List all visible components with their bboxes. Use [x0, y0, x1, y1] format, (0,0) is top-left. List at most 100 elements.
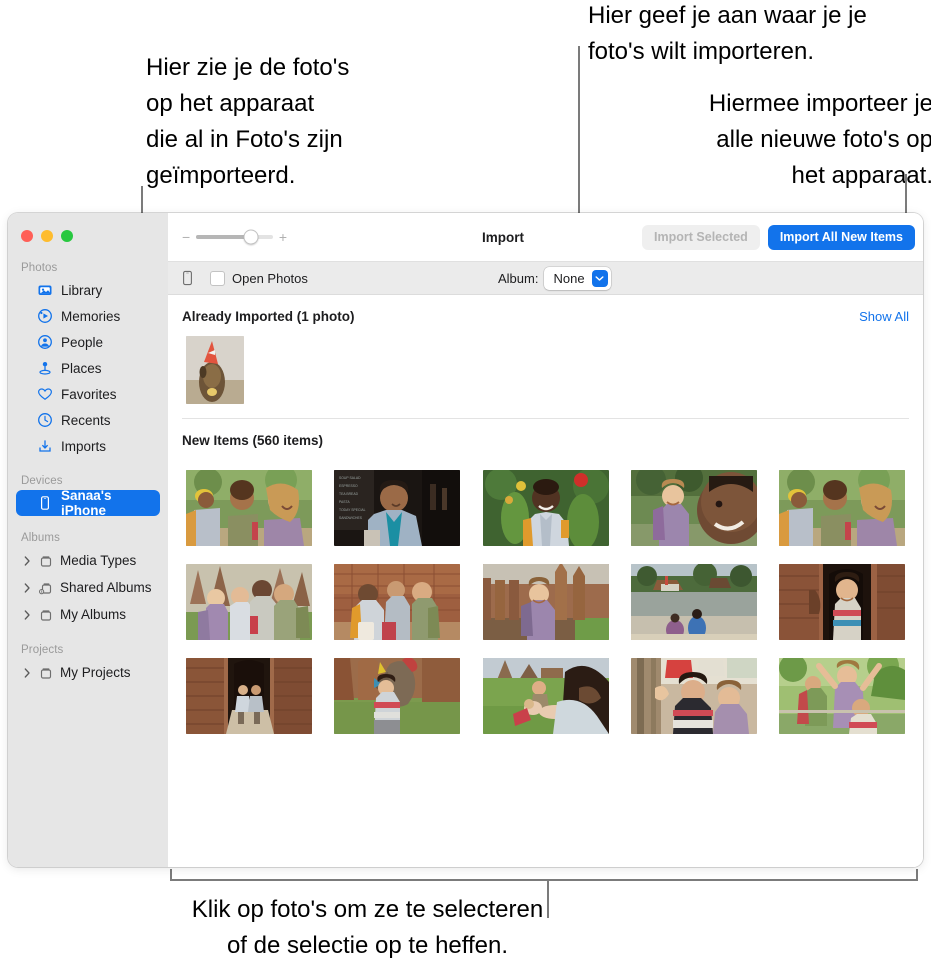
photo-thumbnail[interactable]: SOUP SALAD ESPRESSO TEA BREAD PASTA TODAY … — [334, 470, 461, 546]
sidebar-item-recents[interactable]: Recents — [16, 407, 160, 433]
sidebar-item-media-types[interactable]: Media Types — [16, 547, 160, 574]
callout-bottom-stem — [547, 879, 549, 918]
sidebar-item-label: Memories — [61, 308, 121, 324]
import-content-area: Already Imported (1 photo) Show All New … — [168, 295, 923, 867]
callout-bottom-bracket — [170, 879, 918, 881]
photo-thumbnail[interactable] — [779, 470, 905, 546]
toolbar-actions: Import Selected Import All New Items — [642, 224, 915, 250]
svg-text:TEA BREAD: TEA BREAD — [339, 492, 359, 496]
people-icon — [37, 334, 53, 350]
heart-icon — [37, 386, 53, 402]
sidebar-item-memories[interactable]: Memories — [16, 303, 160, 329]
new-items-title: New Items (560 items) — [182, 433, 324, 448]
photo-thumbnail[interactable] — [482, 658, 609, 734]
slider-track[interactable] — [196, 229, 273, 245]
iphone-icon — [182, 270, 196, 286]
open-photos-checkbox-group[interactable]: Open Photos — [210, 270, 308, 286]
callout-bottom-bracket-right-arm — [916, 869, 918, 880]
thumbnail-size-slider[interactable]: − + — [182, 229, 287, 245]
photo-thumbnail[interactable] — [482, 564, 609, 640]
photo-thumbnail[interactable] — [186, 470, 312, 546]
callout-bottom-text: Klik op foto's om ze te selecteren of de… — [191, 896, 544, 959]
album-dropdown[interactable]: None — [544, 266, 611, 290]
import-all-new-items-button[interactable]: Import All New Items — [767, 224, 915, 250]
new-items-section-header: New Items (560 items) — [182, 419, 909, 454]
open-photos-label: Open Photos — [232, 270, 308, 286]
svg-text:SOUP SALAD: SOUP SALAD — [339, 476, 361, 480]
slider-knob[interactable] — [243, 229, 259, 245]
sidebar-item-shared-albums[interactable]: Shared Albums — [16, 574, 160, 601]
album-selected-value: None — [553, 270, 585, 286]
sidebar-item-people[interactable]: People — [16, 329, 160, 355]
new-items-photo-grid: SOUP SALAD ESPRESSO TEA BREAD PASTA TODAY … — [182, 454, 909, 734]
sidebar-item-label: Places — [61, 360, 102, 376]
window-traffic-lights — [8, 213, 168, 242]
photo-thumbnail[interactable] — [779, 658, 905, 734]
sidebar-item-label: Library — [61, 282, 103, 298]
sidebar-item-my-projects[interactable]: My Projects — [16, 659, 160, 686]
toolbar: − + Import Import Selected Import All Ne… — [168, 213, 923, 262]
sidebar-item-label: My Albums — [60, 607, 127, 622]
svg-text:PASTA: PASTA — [339, 500, 350, 504]
sidebar-item-label: My Projects — [60, 665, 131, 680]
sidebar-item-favorites[interactable]: Favorites — [16, 381, 160, 407]
sidebar-section-photos-header: Photos — [21, 262, 58, 274]
photo-thumbnail[interactable] — [334, 564, 461, 640]
zoom-in-icon[interactable]: + — [279, 230, 287, 244]
open-photos-checkbox[interactable] — [210, 270, 225, 286]
page-title: Import — [482, 229, 524, 245]
shared-album-icon — [38, 580, 54, 596]
album-icon — [38, 553, 54, 569]
sidebar-item-imports[interactable]: Imports — [16, 433, 160, 459]
close-button[interactable] — [21, 230, 33, 242]
photo-thumbnail[interactable] — [779, 564, 905, 640]
sidebar: Photos Library Memories People Places Fa… — [8, 213, 168, 867]
album-selector-group: Album: None — [498, 266, 611, 290]
photo-thumbnail[interactable] — [630, 564, 757, 640]
callout-bottom-bracket-left-arm — [170, 869, 172, 880]
photo-thumbnail[interactable] — [482, 470, 609, 546]
library-icon — [37, 282, 53, 298]
show-all-link[interactable]: Show All — [859, 309, 909, 324]
callout-top-right-text: Hier geef je aan waar je je foto's wilt … — [588, 2, 867, 65]
chevron-right-icon[interactable] — [22, 609, 32, 620]
zoom-button[interactable] — [61, 230, 73, 242]
photos-app-window: Photos Library Memories People Places Fa… — [8, 213, 923, 867]
sidebar-item-sanaas-iphone[interactable]: Sanaa's iPhone — [16, 488, 160, 518]
clock-icon — [37, 412, 53, 428]
svg-text:SANDWICHES: SANDWICHES — [339, 516, 363, 520]
sidebar-section-albums-header: Albums — [21, 532, 60, 544]
device-subtoolbar: Open Photos Album: None — [168, 262, 923, 295]
chevron-right-icon[interactable] — [22, 555, 32, 566]
photo-thumbnail[interactable] — [186, 658, 312, 734]
import-selected-button[interactable]: Import Selected — [642, 224, 760, 250]
callout-second-right-text: Hiermee importeer je alle nieuwe foto's … — [708, 90, 931, 189]
sidebar-item-library[interactable]: Library — [16, 277, 160, 303]
sidebar-item-label: People — [61, 334, 104, 350]
minimize-button[interactable] — [41, 230, 53, 242]
sidebar-item-label: Recents — [61, 412, 111, 428]
already-imported-thumbnails — [182, 330, 909, 418]
main-panel: − + Import Import Selected Import All Ne… — [168, 213, 923, 867]
iphone-icon — [37, 495, 53, 511]
sidebar-item-label: Shared Albums — [60, 580, 152, 595]
sidebar-item-label: Imports — [61, 438, 107, 454]
sidebar-section-projects-header: Projects — [21, 644, 64, 656]
photo-thumbnail[interactable] — [334, 658, 461, 734]
sidebar-item-label: Sanaa's iPhone — [61, 488, 112, 518]
sidebar-item-my-albums[interactable]: My Albums — [16, 601, 160, 628]
sidebar-item-places[interactable]: Places — [16, 355, 160, 381]
photo-thumbnail[interactable] — [630, 470, 757, 546]
photo-thumbnail[interactable] — [186, 336, 244, 404]
import-icon — [37, 438, 53, 454]
chevron-down-icon[interactable] — [591, 269, 608, 287]
sidebar-item-label: Media Types — [60, 553, 137, 568]
zoom-out-icon[interactable]: − — [182, 230, 190, 244]
photo-thumbnail[interactable] — [186, 564, 312, 640]
already-imported-section-header: Already Imported (1 photo) Show All — [182, 295, 909, 330]
photo-thumbnail[interactable] — [630, 658, 757, 734]
memories-icon — [37, 308, 53, 324]
album-label: Album: — [498, 270, 539, 286]
chevron-right-icon[interactable] — [22, 582, 32, 593]
chevron-right-icon[interactable] — [22, 667, 32, 678]
